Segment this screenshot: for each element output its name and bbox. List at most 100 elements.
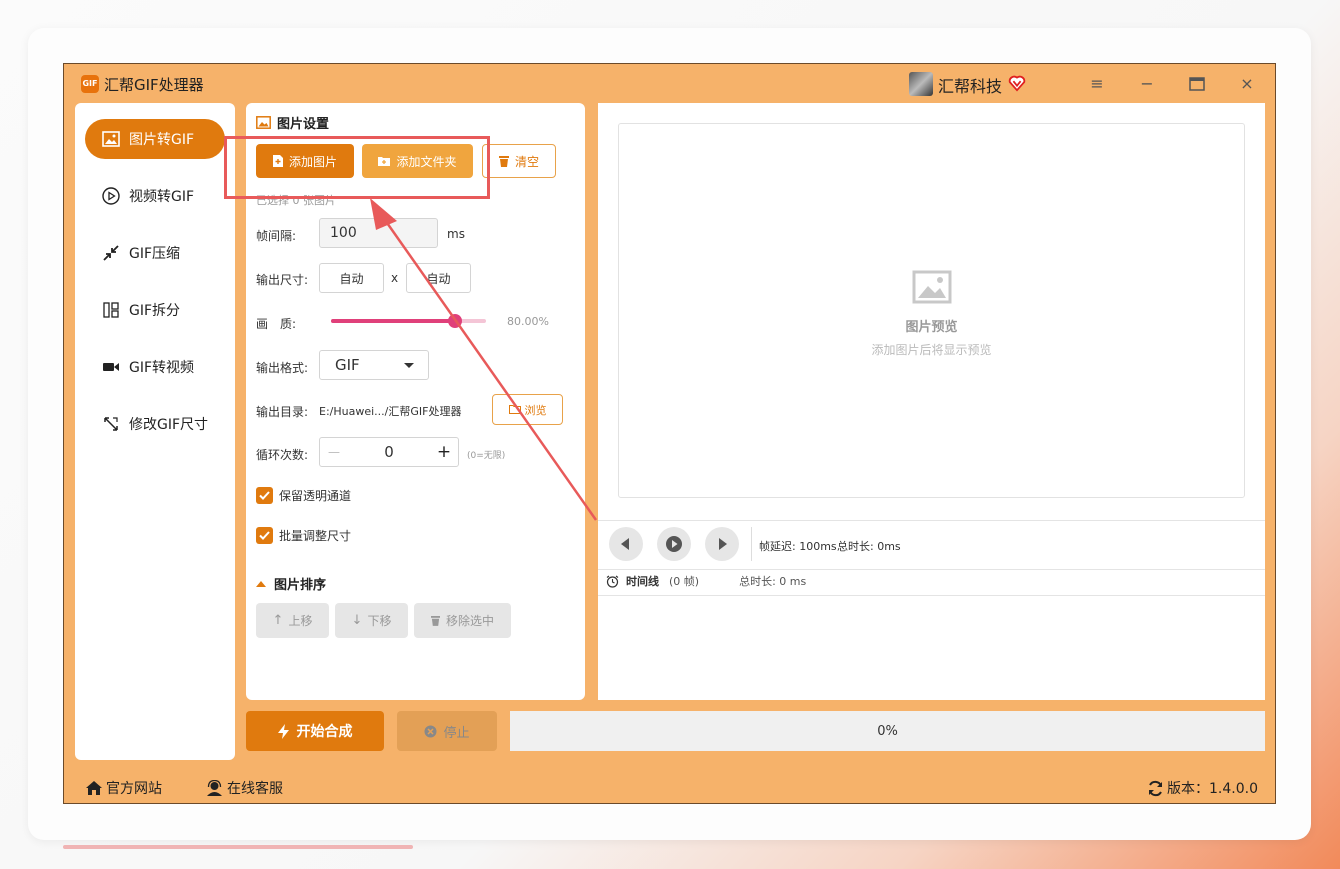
arrow-up-icon: ↑ xyxy=(272,613,284,628)
preview-title: 图片预览 xyxy=(905,320,958,335)
sidebar-item-label: GIF压缩 xyxy=(129,246,181,262)
annotation-highlight-box xyxy=(224,136,490,199)
quality-slider-track[interactable] xyxy=(331,314,486,328)
preview-panel: 图片预览 添加图片后将显示预览 帧延迟: 100ms 总时长: 0ms 时间线 … xyxy=(598,103,1265,700)
triangle-left-icon xyxy=(621,538,629,550)
sidebar-item-resize-gif[interactable]: 修改GIF尺寸 xyxy=(85,404,225,444)
checkmark-icon xyxy=(256,527,273,544)
loop-value[interactable]: 0 xyxy=(348,443,430,461)
quality-slider-thumb[interactable] xyxy=(448,314,462,328)
version-info[interactable]: 版本：1.4.0.0 xyxy=(1147,778,1258,798)
support-label: 在线客服 xyxy=(227,781,283,797)
loop-hint: (0=无限) xyxy=(467,451,506,461)
version-label: 版本：1.4.0.0 xyxy=(1167,781,1258,797)
arrow-down-icon: ↓ xyxy=(351,613,363,628)
sidebar: 图片转GIF 视频转GIF GIF压缩 GIF拆分 GIF转视频 修改GIF尺寸 xyxy=(75,103,235,760)
size-separator: x xyxy=(391,271,399,285)
quality-value: 80.00% xyxy=(507,315,549,328)
frame-delay: 帧延迟: 100ms xyxy=(759,540,837,553)
move-down-button[interactable]: ↓ 下移 xyxy=(335,603,408,638)
play-button[interactable] xyxy=(657,527,691,561)
browse-label: 浏览 xyxy=(524,403,547,417)
stop-label: 停止 xyxy=(443,725,470,741)
folder-icon xyxy=(508,405,521,414)
preview-hint: 添加图片后将显示预览 xyxy=(871,343,992,357)
decorative-line xyxy=(63,845,413,849)
batch-resize-label: 批量调整尺寸 xyxy=(279,529,352,543)
sidebar-item-video-to-gif[interactable]: 视频转GIF xyxy=(85,176,225,216)
trash-icon xyxy=(498,156,509,167)
close-button[interactable]: × xyxy=(1236,73,1258,95)
interval-input[interactable]: 100 xyxy=(319,218,438,248)
sidebar-item-gif-split[interactable]: GIF拆分 xyxy=(85,290,225,330)
lightning-icon xyxy=(277,723,289,739)
sidebar-item-gif-to-video[interactable]: GIF转视频 xyxy=(85,347,225,387)
quality-slider-fill xyxy=(331,319,455,323)
trash-icon xyxy=(430,616,440,626)
sort-header[interactable]: 图片排序 xyxy=(256,574,326,593)
timeline-duration: 总时长: 0 ms xyxy=(739,575,807,588)
settings-title: 图片设置 xyxy=(277,117,330,132)
height-input[interactable]: 自动 xyxy=(406,263,471,293)
play-circle-icon xyxy=(101,186,121,206)
stop-circle-icon xyxy=(424,725,437,737)
stop-button[interactable]: 停止 xyxy=(397,711,497,751)
minimize-button[interactable]: − xyxy=(1136,73,1158,95)
settings-header: 图片设置 xyxy=(256,113,329,132)
clear-button[interactable]: 清空 xyxy=(482,144,556,178)
batch-resize-checkbox[interactable]: 批量调整尺寸 xyxy=(256,527,351,544)
sidebar-item-label: 修改GIF尺寸 xyxy=(129,417,209,433)
divider xyxy=(598,520,1265,521)
sidebar-item-label: 图片转GIF xyxy=(129,132,195,148)
browse-button[interactable]: 浏览 xyxy=(492,394,563,425)
vip-heart-icon[interactable] xyxy=(1008,74,1026,92)
remove-selected-label: 移除选中 xyxy=(445,614,494,628)
refresh-icon xyxy=(1149,780,1162,796)
next-frame-button[interactable] xyxy=(705,527,739,561)
loop-decrement-button[interactable]: — xyxy=(320,445,348,459)
app-title: 汇帮GIF处理器 xyxy=(104,76,204,94)
divider xyxy=(598,595,1265,596)
timeline-header: 时间线 (0 帧) 总时长: 0 ms xyxy=(606,573,806,589)
clear-label: 清空 xyxy=(514,154,539,169)
brand-avatar[interactable] xyxy=(909,72,933,96)
sidebar-item-image-to-gif[interactable]: 图片转GIF xyxy=(85,119,225,159)
start-button[interactable]: 开始合成 xyxy=(246,711,384,751)
headset-icon xyxy=(207,780,222,796)
checkmark-icon xyxy=(256,487,273,504)
chevron-down-icon xyxy=(404,362,414,368)
website-link[interactable]: 官方网站 xyxy=(85,778,162,798)
loop-stepper: — 0 + xyxy=(319,437,459,467)
website-label: 官方网站 xyxy=(106,781,162,797)
keep-alpha-checkbox[interactable]: 保留透明通道 xyxy=(256,487,351,504)
format-select[interactable]: GIF xyxy=(319,350,429,380)
interval-unit: ms xyxy=(447,227,465,241)
move-up-label: 上移 xyxy=(288,614,313,628)
progress-bar: 0% xyxy=(510,711,1265,751)
app-logo-icon: GIF xyxy=(81,75,99,93)
image-icon xyxy=(256,116,271,129)
sidebar-item-label: GIF拆分 xyxy=(129,303,181,319)
home-icon xyxy=(86,781,102,795)
timeline-label: 时间线 xyxy=(626,575,659,588)
brand-name[interactable]: 汇帮科技 xyxy=(938,73,1002,97)
menu-icon[interactable]: ≡ xyxy=(1086,73,1108,95)
remove-selected-button[interactable]: 移除选中 xyxy=(414,603,511,638)
maximize-button[interactable] xyxy=(1186,73,1208,95)
loop-label: 循环次数: xyxy=(256,448,309,462)
quality-label: 画 质: xyxy=(256,317,297,331)
video-camera-icon xyxy=(101,357,121,377)
divider xyxy=(598,569,1265,570)
sort-title: 图片排序 xyxy=(274,578,327,593)
move-up-button[interactable]: ↑ 上移 xyxy=(256,603,329,638)
width-input[interactable]: 自动 xyxy=(319,263,384,293)
sidebar-item-gif-compress[interactable]: GIF压缩 xyxy=(85,233,225,273)
image-placeholder-icon xyxy=(912,270,952,304)
support-link[interactable]: 在线客服 xyxy=(206,778,283,798)
loop-increment-button[interactable]: + xyxy=(430,442,458,462)
prev-frame-button[interactable] xyxy=(609,527,643,561)
title-bar: GIF 汇帮GIF处理器 汇帮科技 ≡ − × xyxy=(64,64,1275,102)
timeline-frames: (0 帧) xyxy=(669,575,700,588)
interval-label: 帧间隔: xyxy=(256,229,297,243)
sidebar-item-label: 视频转GIF xyxy=(129,189,195,205)
